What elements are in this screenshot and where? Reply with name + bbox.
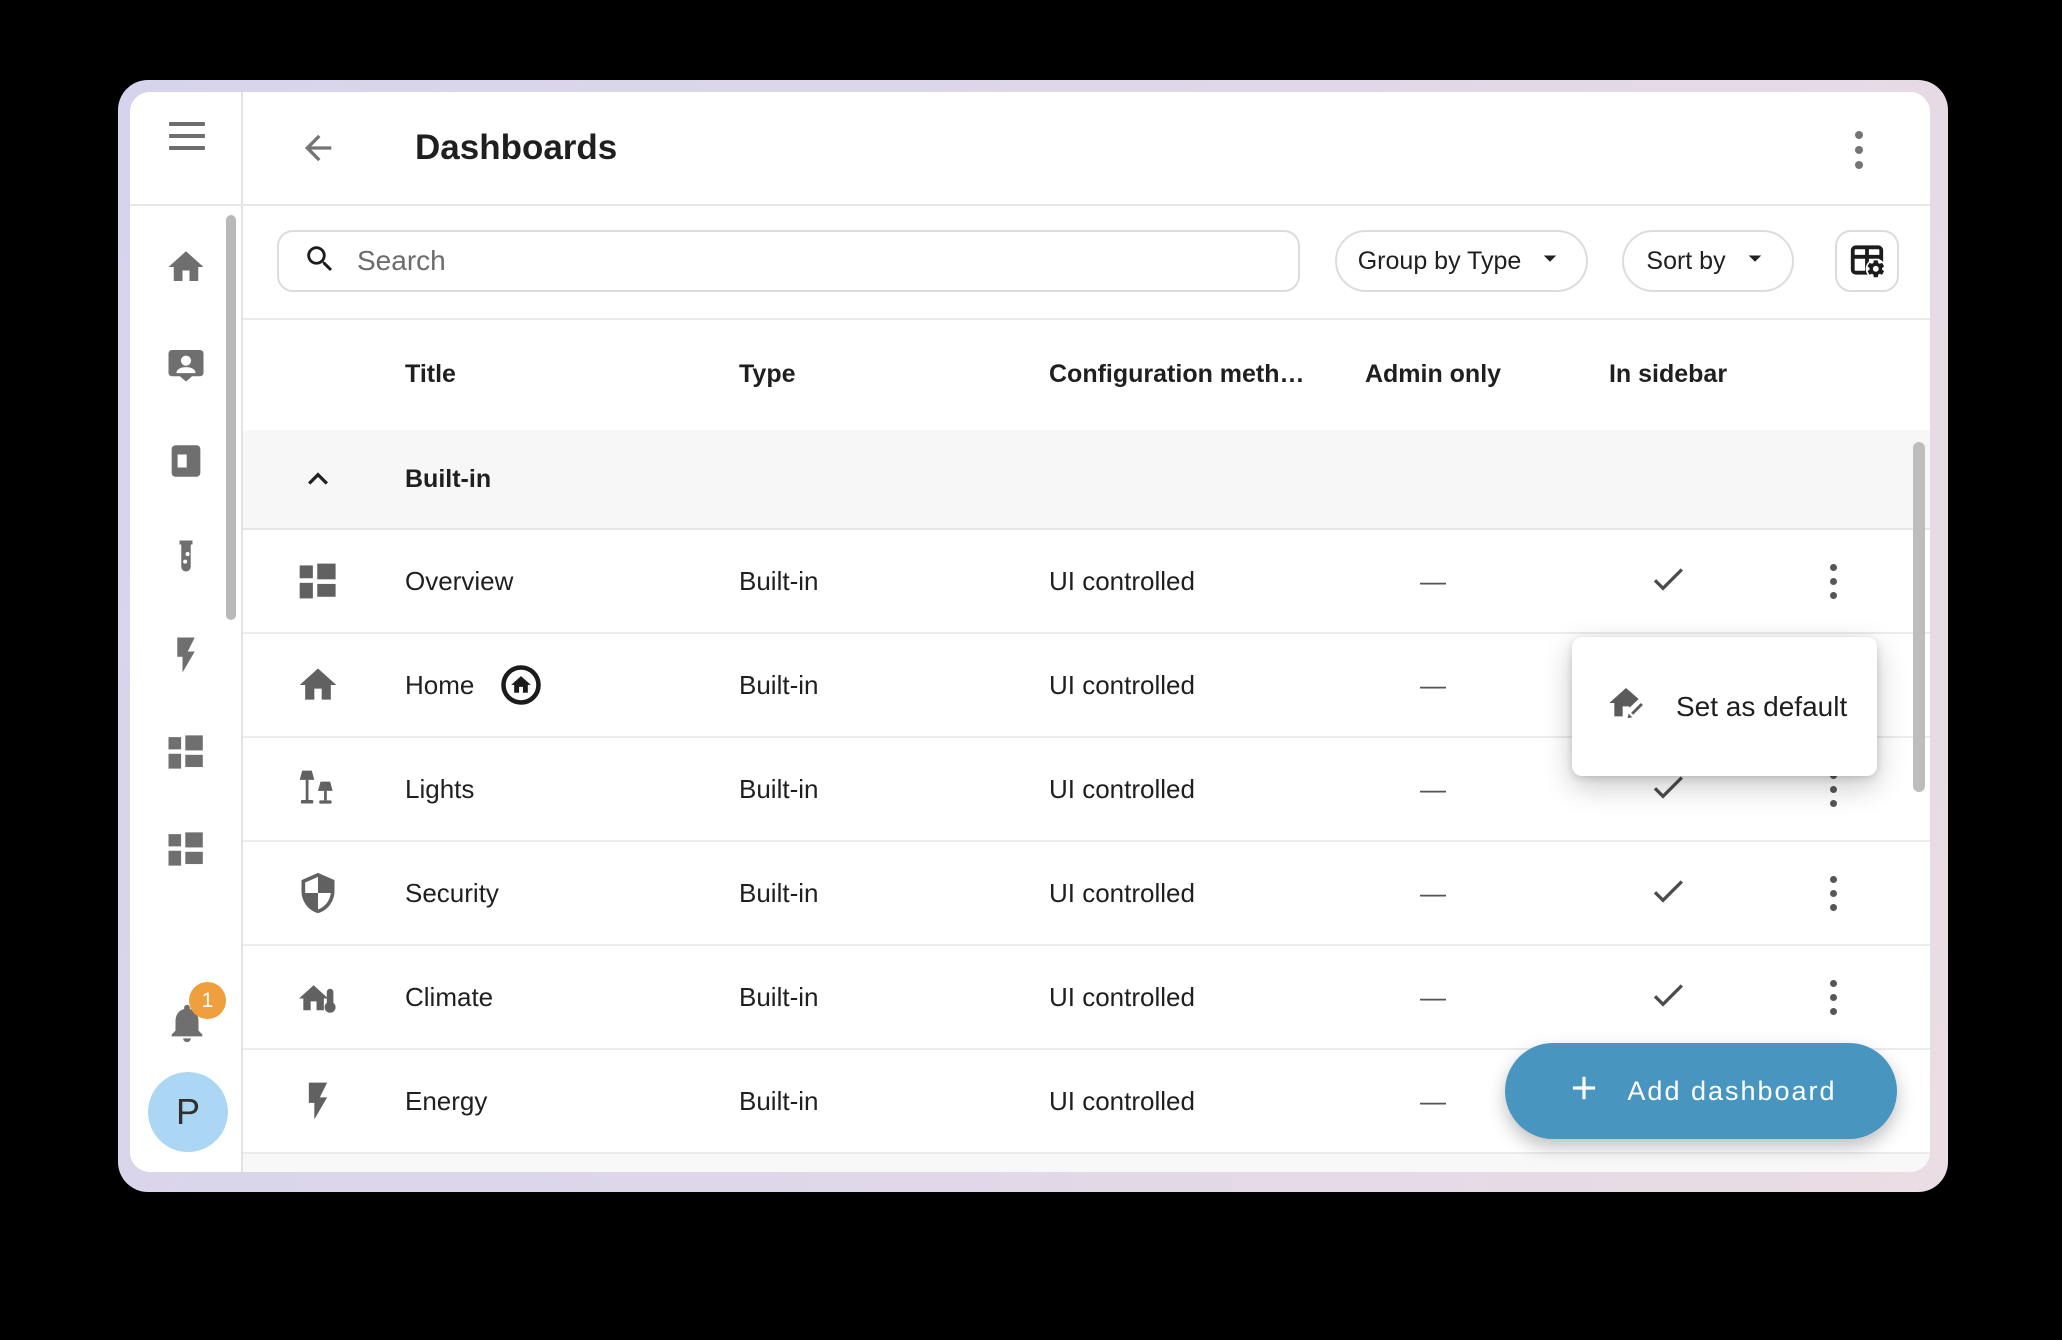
table-row-climate[interactable]: Climate Built-in UI controlled —	[243, 946, 1930, 1050]
admin-only-cell: —	[1420, 566, 1446, 597]
row-config-method: UI controlled	[1033, 1086, 1313, 1117]
column-header-title[interactable]: Title	[393, 360, 723, 389]
row-title: Security	[405, 878, 499, 909]
menu-item-label: Set as default	[1676, 691, 1847, 723]
admin-only-cell: —	[1420, 774, 1446, 805]
home-icon	[296, 663, 340, 707]
default-dashboard-icon	[500, 664, 542, 706]
flash-icon	[165, 634, 207, 679]
row-config-method: UI controlled	[1033, 878, 1313, 909]
desktop-background: 1 P Dashboards Group by Type Sort by	[0, 0, 2062, 1340]
app-window: 1 P Dashboards Group by Type Sort by	[130, 92, 1930, 1172]
sidebar-item-energy[interactable]	[158, 628, 214, 684]
column-header-admin-only[interactable]: Admin only	[1365, 360, 1501, 389]
sidebar-scrollbar[interactable]	[226, 215, 236, 620]
home-icon	[165, 246, 207, 291]
overflow-menu-button[interactable]	[1841, 130, 1877, 170]
sort-by-dropdown[interactable]: Sort by	[1622, 230, 1794, 292]
row-config-method: UI controlled	[1033, 566, 1313, 597]
main-content: Dashboards Group by Type Sort by	[243, 92, 1930, 1172]
view-dashboard-icon	[165, 731, 207, 776]
hamburger-menu-icon[interactable]	[169, 122, 205, 150]
row-config-method: UI controlled	[1033, 774, 1313, 805]
view-dashboard-icon	[296, 559, 340, 603]
page-title: Dashboards	[415, 92, 617, 204]
sort-by-label: Sort by	[1646, 247, 1725, 276]
group-label: Built-in	[393, 465, 723, 494]
plus-icon	[1565, 1069, 1603, 1114]
row-menu-button[interactable]	[1813, 557, 1853, 605]
notification-badge: 1	[189, 982, 226, 1019]
sidebar-item-labs[interactable]	[158, 531, 214, 587]
sidebar-item-dashboard-2[interactable]	[158, 822, 214, 878]
chevron-down-icon	[1740, 243, 1770, 280]
group-by-label: Group by Type	[1358, 247, 1522, 276]
test-tube-icon	[165, 537, 207, 582]
account-badge-icon	[165, 343, 207, 388]
admin-only-cell: —	[1420, 878, 1446, 909]
group-header-built-in[interactable]: Built-in	[243, 430, 1930, 530]
flash-icon	[296, 1079, 340, 1123]
set-as-default-menu-item[interactable]: Set as default	[1572, 637, 1877, 776]
notifications-button[interactable]: 1	[163, 998, 211, 1050]
admin-only-cell: —	[1420, 982, 1446, 1013]
admin-only-cell: —	[1420, 670, 1446, 701]
check-icon	[1648, 871, 1688, 916]
column-header-type[interactable]: Type	[723, 360, 1033, 389]
row-menu-button[interactable]	[1813, 973, 1853, 1021]
column-header-config[interactable]: Configuration meth…	[1033, 360, 1313, 389]
row-title: Overview	[405, 566, 513, 597]
sidebar-item-dashboard-1[interactable]	[158, 725, 214, 781]
row-config-method: UI controlled	[1033, 982, 1313, 1013]
row-menu-button[interactable]	[1813, 869, 1853, 917]
shield-security-icon	[296, 871, 340, 915]
row-context-menu: Set as default	[1572, 637, 1877, 776]
row-type: Built-in	[723, 774, 1033, 805]
home-thermometer-icon	[296, 975, 340, 1019]
check-icon	[1648, 975, 1688, 1020]
row-title: Lights	[405, 774, 474, 805]
table-scrollbar[interactable]	[1913, 442, 1925, 792]
add-dashboard-button[interactable]: Add dashboard	[1505, 1043, 1897, 1139]
check-icon	[1648, 559, 1688, 604]
column-header-in-sidebar[interactable]: In sidebar	[1609, 360, 1727, 389]
table-row-security[interactable]: Security Built-in UI controlled —	[243, 842, 1930, 946]
arrow-left-icon	[298, 156, 338, 171]
row-title: Climate	[405, 982, 493, 1013]
table-settings-button[interactable]	[1835, 230, 1899, 292]
home-edit-icon	[1606, 683, 1646, 730]
search-icon	[303, 242, 337, 281]
table-row-overview[interactable]: Overview Built-in UI controlled —	[243, 530, 1930, 634]
window-frame: 1 P Dashboards Group by Type Sort by	[118, 80, 1948, 1192]
sidebar-item-person[interactable]	[158, 337, 214, 393]
row-type: Built-in	[723, 878, 1033, 909]
door-panel-icon	[165, 440, 207, 485]
fab-label: Add dashboard	[1627, 1076, 1836, 1107]
back-button[interactable]	[298, 128, 338, 168]
chevron-up-icon	[298, 459, 338, 499]
admin-only-cell: —	[1420, 1086, 1446, 1117]
floor-lamps-icon	[296, 767, 340, 811]
table-cog-icon	[1848, 241, 1886, 282]
user-avatar[interactable]: P	[148, 1072, 228, 1152]
sidebar: 1 P	[130, 92, 243, 1172]
next-group-row-partial	[243, 1154, 1930, 1172]
row-type: Built-in	[723, 566, 1033, 597]
row-config-method: UI controlled	[1033, 670, 1313, 701]
row-type: Built-in	[723, 1086, 1033, 1117]
sidebar-item-door[interactable]	[158, 434, 214, 490]
group-by-dropdown[interactable]: Group by Type	[1335, 230, 1588, 292]
row-title: Home	[405, 670, 474, 701]
row-type: Built-in	[723, 982, 1033, 1013]
view-dashboard-icon	[165, 828, 207, 873]
avatar-initial: P	[176, 1091, 200, 1133]
table-header-row: Title Type Configuration meth… Admin onl…	[243, 318, 1930, 430]
chevron-down-icon	[1535, 243, 1565, 280]
bell-icon	[164, 1034, 210, 1049]
search-field[interactable]	[277, 230, 1300, 292]
row-title: Energy	[405, 1086, 487, 1117]
search-input[interactable]	[357, 245, 1257, 277]
sidebar-item-home[interactable]	[158, 240, 214, 296]
row-type: Built-in	[723, 670, 1033, 701]
